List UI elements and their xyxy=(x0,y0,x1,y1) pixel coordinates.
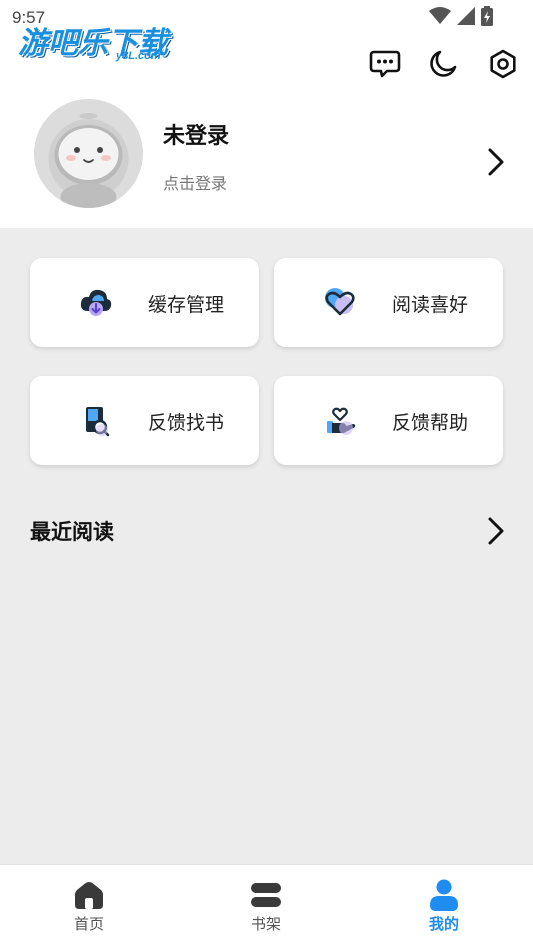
chevron-right-icon[interactable] xyxy=(482,146,510,178)
tab-home-label: 首页 xyxy=(73,915,104,933)
hand-heart-icon xyxy=(327,407,356,435)
tab-bookshelf-label: 书架 xyxy=(250,915,281,933)
watermark-logo: 游吧乐下载 y8L.com xyxy=(18,18,183,66)
cloud-download-icon xyxy=(80,289,112,316)
robot-avatar-icon xyxy=(34,99,143,208)
reading-preference-label: 阅读喜好 xyxy=(392,294,469,316)
wifi-icon xyxy=(429,7,451,24)
feedback-find-book-card[interactable]: 反馈找书 xyxy=(30,376,259,465)
night-mode-button[interactable] xyxy=(425,46,461,82)
user-icon xyxy=(430,879,458,911)
moon-icon xyxy=(430,50,457,77)
heart-icon xyxy=(325,288,355,316)
book-search-icon xyxy=(86,407,110,437)
message-button[interactable] xyxy=(367,46,403,82)
battery-icon xyxy=(481,6,493,26)
recent-reading-title[interactable]: 最近阅读 xyxy=(30,516,114,546)
watermark-sub: y8L.com xyxy=(116,50,161,62)
profile-name[interactable]: 未登录 xyxy=(163,118,229,150)
profile-header: 9:57 游吧乐下载 y8L.com 未登录 点击登录 xyxy=(0,0,533,228)
feedback-help-label: 反馈帮助 xyxy=(392,412,469,434)
cache-management-label: 缓存管理 xyxy=(148,294,225,316)
chevron-right-icon[interactable] xyxy=(482,515,510,547)
signal-icon xyxy=(457,7,475,25)
tab-mine[interactable]: 我的 xyxy=(384,865,504,948)
settings-button[interactable] xyxy=(485,46,521,82)
tab-mine-label: 我的 xyxy=(428,915,459,933)
reading-preference-card[interactable]: 阅读喜好 xyxy=(274,258,503,347)
status-icons xyxy=(429,6,493,26)
bookshelf-icon xyxy=(251,883,281,907)
login-hint[interactable]: 点击登录 xyxy=(163,170,227,194)
home-icon xyxy=(75,882,103,909)
settings-icon xyxy=(490,49,516,79)
message-icon xyxy=(369,50,401,78)
cache-management-card[interactable]: 缓存管理 xyxy=(30,258,259,347)
bottom-nav: 首页 书架 我的 xyxy=(0,864,533,948)
avatar[interactable] xyxy=(34,99,143,208)
tab-bookshelf[interactable]: 书架 xyxy=(206,865,326,948)
feedback-find-book-label: 反馈找书 xyxy=(148,412,225,434)
tab-home[interactable]: 首页 xyxy=(29,865,149,948)
feedback-help-card[interactable]: 反馈帮助 xyxy=(274,376,503,465)
